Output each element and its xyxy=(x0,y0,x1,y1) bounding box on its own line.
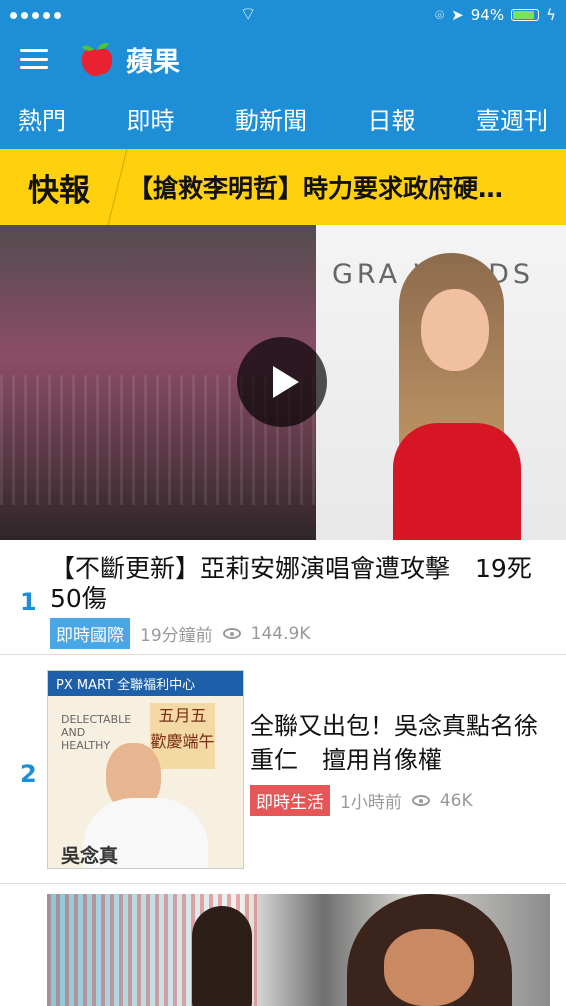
status-bar: ⌔ ⌾ ➤ 94% ϟ xyxy=(0,0,566,30)
news-rank: 2 xyxy=(20,760,37,788)
news-category-tag[interactable]: 即時國際 xyxy=(50,618,130,649)
app-name: 蘋果 xyxy=(126,46,180,78)
lock-icon: ⌾ xyxy=(435,6,445,24)
news-category-tag[interactable]: 即時生活 xyxy=(250,785,330,816)
news-thumbnail[interactable]: PX MART 全聯福利中心 DELECTABLE AND HEALTHY 五月… xyxy=(47,670,244,869)
tab-motion-news[interactable]: 動新聞 xyxy=(235,101,307,136)
news-item[interactable] xyxy=(0,884,566,1006)
hero-video[interactable]: GRA WARDS xyxy=(0,225,566,540)
dragon-boat-poster: 五月五 歡慶端午 xyxy=(150,703,215,769)
battery-icon xyxy=(511,9,540,21)
top-tabs: 熱門 即時 動新聞 日報 壹週刊 xyxy=(0,88,566,149)
charging-icon: ϟ xyxy=(546,6,556,24)
news-thumbnail[interactable] xyxy=(47,894,550,1006)
news-rank: 1 xyxy=(20,588,37,616)
singer-image: GRA WARDS xyxy=(316,225,566,540)
battery-percent: 94% xyxy=(470,6,505,24)
news-meta: 即時國際 19分鐘前 144.9K xyxy=(50,618,310,649)
news-item[interactable]: 2 PX MART 全聯福利中心 DELECTABLE AND HEALTHY … xyxy=(0,655,566,884)
view-count-icon xyxy=(411,795,430,806)
news-views: 144.9K xyxy=(250,623,311,644)
thumbnail-person-right xyxy=(347,894,512,1006)
breaking-news-label: 快報 xyxy=(0,149,118,225)
news-item[interactable]: 1 【不斷更新】亞莉安娜演唱會遭攻擊 19死50傷 即時國際 19分鐘前 144… xyxy=(0,540,566,655)
hamburger-menu-icon[interactable] xyxy=(20,49,48,69)
pxmart-banner: PX MART 全聯福利中心 xyxy=(48,671,243,696)
news-time: 19分鐘前 xyxy=(140,626,213,646)
tab-daily[interactable]: 日報 xyxy=(368,101,416,136)
news-time: 1小時前 xyxy=(340,793,402,813)
battery-fill xyxy=(513,11,534,19)
tab-realtime[interactable]: 即時 xyxy=(127,101,175,136)
signal-strength-icon xyxy=(10,11,61,19)
status-right: ⌾ ➤ 94% ϟ xyxy=(435,6,556,24)
news-title[interactable]: 全聯又出包！吳念真點名徐重仁 擅用肖像權 xyxy=(250,709,550,777)
news-title[interactable]: 【不斷更新】亞莉安娜演唱會遭攻擊 19死50傷 xyxy=(50,554,558,614)
tab-weekly[interactable]: 壹週刊 xyxy=(476,101,548,136)
app-header: 蘋果 xyxy=(0,30,566,88)
singer-figure xyxy=(351,241,551,540)
tab-hot[interactable]: 熱門 xyxy=(18,101,66,136)
breaking-news-ticker[interactable]: 快報 【搶救李明哲】時力要求政府硬… xyxy=(0,149,566,225)
app-logo[interactable]: 蘋果 xyxy=(78,40,180,79)
apple-logo-icon xyxy=(81,43,113,77)
news-views: 46K xyxy=(439,790,473,811)
thumbnail-name: 吳念真 xyxy=(61,845,119,867)
view-count-icon xyxy=(222,628,241,639)
breaking-news-headline[interactable]: 【搶救李明哲】時力要求政府硬… xyxy=(118,169,566,205)
play-button[interactable] xyxy=(237,337,327,427)
thumbnail-person-left xyxy=(192,906,252,1006)
wifi-icon: ⌔ xyxy=(239,4,257,25)
play-icon xyxy=(272,366,299,398)
location-icon: ➤ xyxy=(451,6,464,24)
news-meta: 即時生活 1小時前 46K xyxy=(250,785,473,816)
